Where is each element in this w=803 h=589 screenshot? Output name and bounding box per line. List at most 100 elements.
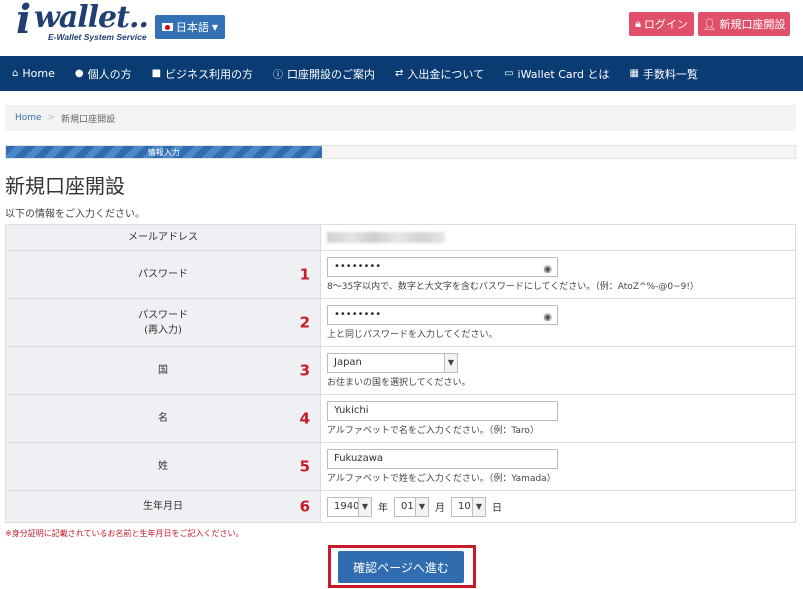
language-label: 日本語	[175, 21, 209, 34]
info-icon: ⓘ	[273, 70, 284, 81]
step-number-4: 4	[299, 409, 310, 427]
first-name-input[interactable]: Yukichi	[327, 401, 558, 421]
password-value-cell: •••••••• ◉ 8〜35字以内で、数字と大文字を含むパスワードにしてくださ…	[320, 250, 796, 299]
month-unit: 月	[435, 503, 445, 514]
first-name-value: Yukichi	[334, 405, 369, 416]
step-number-1: 1	[299, 265, 310, 283]
caret-down-icon: ▼	[211, 22, 219, 32]
form-row-birthdate: 生年月日 6 1940 ▼ 年 01 ▼ 月 10 ▼ 日	[5, 490, 796, 523]
home-icon: ⌂	[12, 68, 19, 79]
login-button[interactable]: 🔒︎ ログイン	[629, 12, 694, 36]
nav-label: 入出金について	[407, 67, 485, 81]
nav-item-account-guide[interactable]: ⓘ 口座開設のご案内	[273, 66, 375, 82]
password-confirm-value-cell: •••••••• ◉ 上と同じパスワードを入力してください。	[320, 298, 796, 347]
last-name-label: 姓	[158, 461, 168, 472]
birth-month-select[interactable]: 01 ▼	[394, 496, 429, 517]
user-plus-icon: 👤︎	[702, 17, 717, 31]
password-confirm-label-cell: パスワード (再入力) 2	[5, 298, 321, 347]
japan-flag-icon	[161, 23, 173, 31]
first-name-label-cell: 名 4	[5, 394, 321, 443]
nav-label: ビジネス利用の方	[165, 67, 254, 81]
email-label: メールアドレス	[128, 232, 198, 243]
password-confirm-label: パスワード	[138, 309, 188, 321]
last-name-label-cell: 姓 5	[5, 442, 321, 491]
form-row-password-confirm: パスワード (再入力) 2 •••••••• ◉ 上と同じパスワードを入力してく…	[5, 298, 796, 347]
nav-item-personal[interactable]: ● 個人の方	[75, 66, 132, 82]
last-name-help: アルファベットで姓をご入力ください。（例：Yamada）	[327, 474, 556, 484]
year-unit: 年	[378, 503, 388, 514]
chevron-down-icon: ▼	[415, 497, 428, 516]
password-help: 8〜35字以内で、数字と大文字を含むパスワードにしてください。（例：AtoZ^%…	[327, 282, 699, 292]
country-value-cell: Japan ▼ お住まいの国を選択してください。	[320, 346, 796, 395]
page-subtitle: 以下の情報をご入力ください。	[5, 209, 145, 220]
language-dropdown[interactable]: 日本語 ▼	[155, 15, 225, 39]
nav-item-deposit-withdrawal[interactable]: ⇄ 入出金について	[395, 66, 484, 82]
logo-letter: i	[16, 0, 32, 43]
password-confirm-help: 上と同じパスワードを入力してください。	[327, 330, 498, 340]
password-masked-value: ••••••••	[334, 261, 382, 272]
last-name-input[interactable]: Fukuzawa	[327, 449, 558, 469]
nav-label: 口座開設のご案内	[287, 67, 376, 81]
email-value-blurred	[327, 231, 445, 243]
email-label-cell: メールアドレス	[5, 224, 321, 251]
form-row-password: パスワード 1 •••••••• ◉ 8〜35字以内で、数字と大文字を含むパスワ…	[5, 250, 796, 299]
last-name-value: Fukuzawa	[334, 453, 384, 464]
progress-fill: 情報入力	[6, 146, 322, 158]
progress-bar: 情報入力	[5, 145, 796, 159]
password-label: パスワード	[138, 269, 188, 280]
form-row-last-name: 姓 5 Fukuzawa アルファベットで姓をご入力ください。（例：Yamada…	[5, 442, 796, 491]
nav-item-iwallet-card[interactable]: ▭ iWallet Card とは	[504, 66, 609, 82]
signup-button[interactable]: 👤︎ 新規口座開設	[698, 12, 790, 36]
step-number-3: 3	[299, 361, 310, 379]
chevron-down-icon: ▼	[358, 497, 371, 516]
chevron-down-icon: ▼	[444, 354, 457, 372]
birthdate-value-cell: 1940 ▼ 年 01 ▼ 月 10 ▼ 日	[320, 490, 796, 523]
password-confirm-input[interactable]: •••••••• ◉	[327, 305, 558, 325]
logo-tagline: E-Wallet System Service	[48, 32, 147, 42]
country-label: 国	[158, 365, 168, 376]
password-input[interactable]: •••••••• ◉	[327, 257, 558, 277]
birthdate-label-cell: 生年月日 6	[5, 490, 321, 523]
email-value-cell	[320, 224, 796, 251]
birth-year-select[interactable]: 1940 ▼	[327, 496, 372, 517]
nav-item-home[interactable]: ⌂ Home	[12, 67, 55, 80]
site-header: i wallet.. E-Wallet System Service 日本語 ▼…	[0, 0, 803, 56]
show-password-icon[interactable]: ◉	[543, 309, 552, 327]
nav-label: iWallet Card とは	[517, 67, 610, 81]
country-select[interactable]: Japan ▼	[327, 353, 458, 373]
password-label-cell: パスワード 1	[5, 250, 321, 299]
submit-label: 確認ページへ進む	[353, 560, 449, 575]
logo-wordmark: wallet..	[34, 0, 149, 35]
chevron-down-icon: ▼	[472, 497, 485, 516]
step-number-5: 5	[299, 457, 310, 475]
nav-item-business[interactable]: ■ ビジネス利用の方	[152, 66, 253, 82]
nav-item-fees[interactable]: ▦ 手数料一覧	[629, 66, 697, 82]
country-help: お住まいの国を選択してください。	[327, 378, 471, 388]
form-row-email: メールアドレス	[5, 224, 796, 251]
form-row-first-name: 名 4 Yukichi アルファベットで名をご入力ください。（例：Taro）	[5, 394, 796, 443]
calculator-icon: ▦	[629, 68, 639, 79]
breadcrumb-home-link[interactable]: Home	[15, 113, 42, 123]
step-number-2: 2	[299, 313, 310, 331]
day-unit: 日	[492, 503, 502, 514]
user-icon: ●	[74, 68, 84, 79]
step-number-6: 6	[299, 497, 310, 515]
breadcrumb-current: 新規口座開設	[61, 114, 116, 125]
briefcase-icon: ■	[151, 68, 162, 79]
last-name-value-cell: Fukuzawa アルファベットで姓をご入力ください。（例：Yamada）	[320, 442, 796, 491]
first-name-label: 名	[158, 413, 168, 424]
show-password-icon[interactable]: ◉	[543, 261, 552, 279]
identity-note: ※身分証明に記載されているお名前と生年月日をご記入ください。	[5, 529, 244, 538]
proceed-to-confirm-button[interactable]: 確認ページへ進む	[338, 551, 464, 583]
lock-icon: 🔒︎	[635, 17, 641, 30]
page-title: 新規口座開設	[5, 174, 125, 198]
birth-month-value: 01	[401, 500, 414, 512]
breadcrumb-separator: >	[47, 113, 56, 123]
iwallet-logo[interactable]: i wallet.. E-Wallet System Service	[16, 0, 156, 46]
main-nav: ⌂ Home ● 個人の方 ■ ビジネス利用の方 ⓘ 口座開設のご案内 ⇄ 入出…	[0, 56, 803, 91]
password-confirm-sublabel: (再入力)	[144, 324, 182, 336]
birth-day-select[interactable]: 10 ▼	[451, 496, 486, 517]
first-name-value-cell: Yukichi アルファベットで名をご入力ください。（例：Taro）	[320, 394, 796, 443]
signup-label: 新規口座開設	[719, 18, 786, 31]
country-label-cell: 国 3	[5, 346, 321, 395]
